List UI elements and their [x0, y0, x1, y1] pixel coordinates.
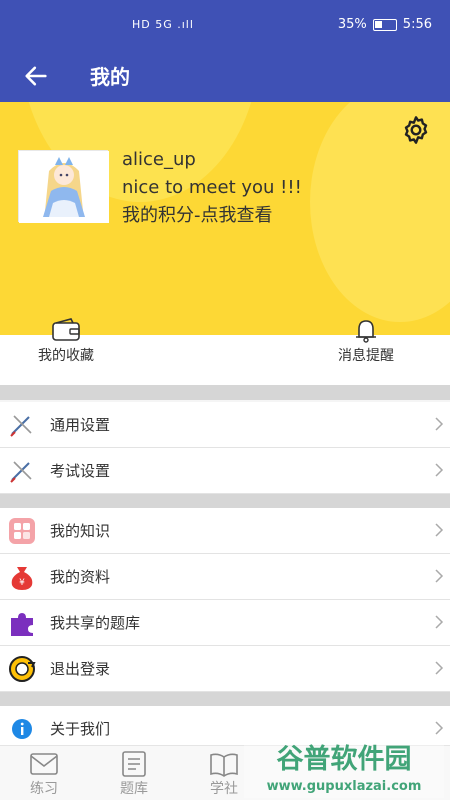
watermark-title: 谷普软件园 [277, 743, 412, 775]
menu-item-label: 我共享的题库 [50, 614, 141, 632]
chevron-right-icon [435, 463, 444, 477]
favorites-label: 我的收藏 [38, 348, 94, 364]
chevron-right-icon [435, 661, 444, 675]
battery-percent: 35% [337, 17, 367, 32]
menu-item-label: 我的资料 [50, 568, 111, 586]
document-icon [122, 751, 146, 777]
clock: 5:56 [402, 17, 432, 32]
tab-label: 题库 [120, 781, 148, 797]
envelope-icon [30, 753, 58, 775]
network-indicators: HD 5G .ıll [132, 18, 194, 31]
avatar-illustration [19, 151, 109, 223]
gear-icon[interactable] [400, 114, 432, 146]
menu-item-my-knowledge[interactable]: 我的知识 [0, 508, 450, 554]
menu-item-label: 考试设置 [50, 462, 111, 480]
menu-item-label: 我的知识 [50, 522, 111, 540]
tab-practice[interactable]: 练习 [14, 750, 74, 798]
menu-item-general-settings[interactable]: 通用设置 [0, 402, 450, 448]
grid-icon [8, 517, 36, 545]
tab-label: 学社 [210, 781, 238, 797]
menu-item-logout[interactable]: 退出登录 [0, 646, 450, 692]
menu-item-exam-settings[interactable]: 考试设置 [0, 448, 450, 494]
puzzle-icon [8, 609, 36, 637]
page-title: 我的 [90, 65, 130, 89]
status-bar: HD 5G .ıll 35% 5:56 [0, 0, 450, 50]
chevron-right-icon [435, 721, 444, 735]
pen-tools-icon [8, 457, 36, 485]
section-divider [0, 692, 450, 706]
profile-header: alice_up nice to meet you !!! 我的积分-点我查看 [0, 102, 450, 335]
watermark-url: www.gupuxlazai.com [267, 779, 422, 794]
menu-item-label: 退出登录 [50, 660, 111, 678]
points-link[interactable]: 我的积分-点我查看 [122, 202, 302, 230]
chevron-right-icon [435, 417, 444, 431]
menu-item-shared-question-bank[interactable]: 我共享的题库 [0, 600, 450, 646]
chevron-right-icon [435, 569, 444, 583]
notifications-button[interactable]: 消息提醒 [338, 317, 394, 365]
battery-icon [372, 18, 397, 31]
chevron-right-icon [435, 615, 444, 629]
pen-tools-icon [8, 411, 36, 439]
user-info: alice_up nice to meet you !!! 我的积分-点我查看 [122, 146, 302, 230]
tab-question-bank[interactable]: 题库 [104, 750, 164, 798]
section-divider [0, 494, 450, 508]
quick-actions: 我的收藏 消息提醒 [0, 315, 450, 385]
site-watermark: 谷普软件园 www.gupuxlazai.com [244, 738, 444, 798]
section-divider [0, 385, 450, 400]
app-bar: 我的 [0, 50, 450, 102]
back-arrow-icon[interactable] [22, 62, 50, 90]
chevron-right-icon [435, 523, 444, 537]
menu-item-label: 通用设置 [50, 416, 111, 434]
menu-item-my-materials[interactable]: ¥ 我的资料 [0, 554, 450, 600]
wallet-icon [52, 318, 80, 341]
notifications-label: 消息提醒 [338, 348, 394, 364]
menu-item-label: 关于我们 [50, 720, 111, 738]
svg-text:¥: ¥ [19, 578, 25, 588]
money-bag-icon: ¥ [8, 563, 36, 591]
greeting-text: nice to meet you !!! [122, 177, 302, 198]
bell-icon [356, 320, 376, 343]
username: alice_up [122, 149, 196, 170]
book-icon [210, 753, 238, 777]
avatar[interactable] [18, 150, 109, 223]
favorites-button[interactable]: 我的收藏 [38, 317, 94, 365]
logout-icon [8, 655, 36, 683]
tab-label: 练习 [30, 781, 58, 797]
info-icon [8, 715, 36, 743]
